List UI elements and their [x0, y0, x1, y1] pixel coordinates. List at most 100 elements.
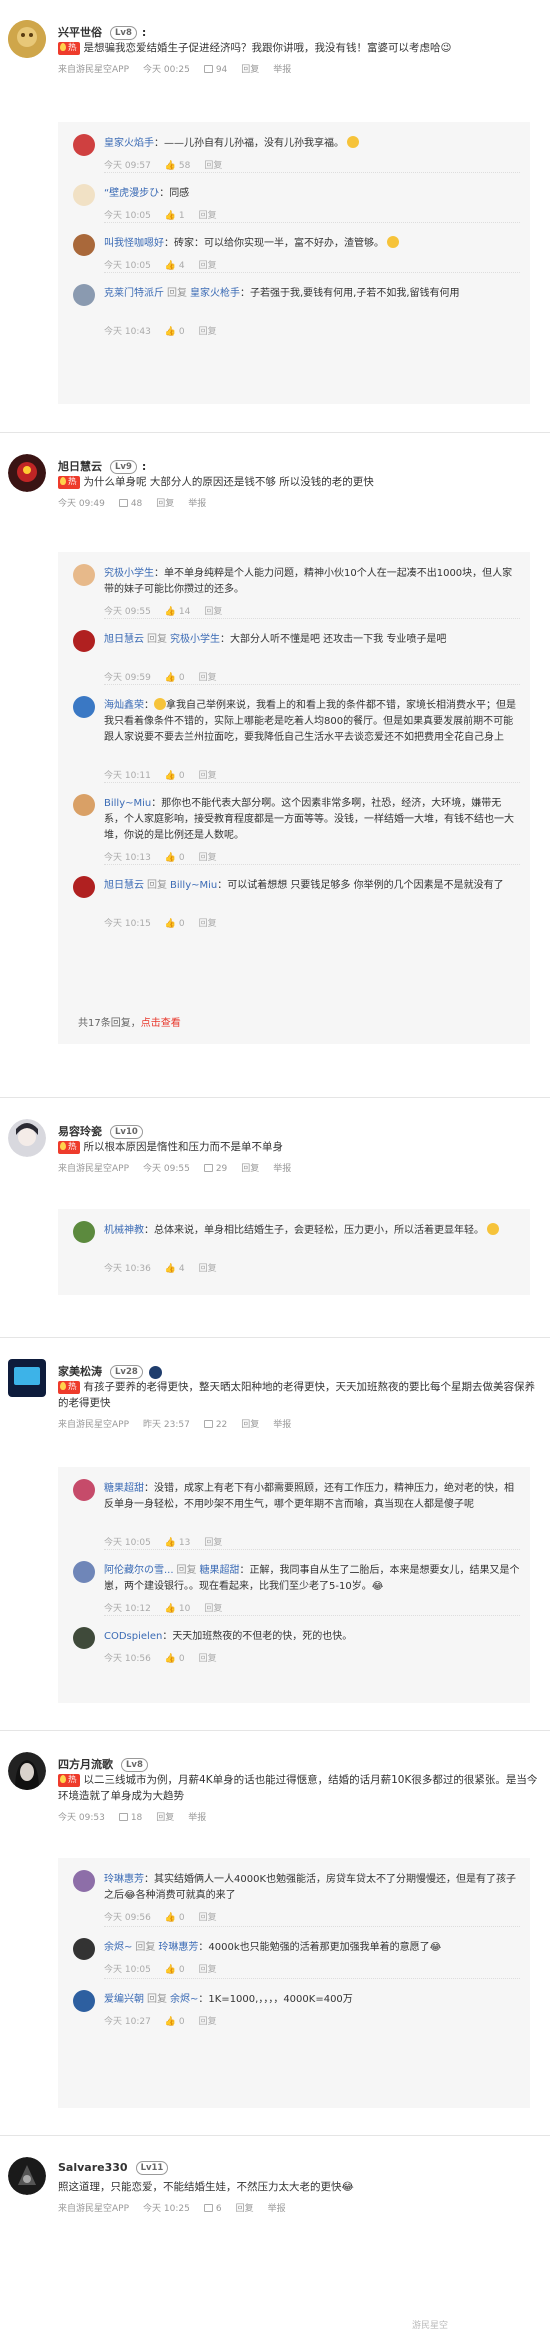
reply-button[interactable]: 回复 [199, 771, 217, 781]
reply-username[interactable]: Billy~Miu [104, 798, 151, 809]
reply-button[interactable]: 回复 [204, 1538, 222, 1548]
reply-username[interactable]: 皇家火焰手 [104, 138, 154, 149]
reply-button[interactable]: 回复 [199, 2017, 217, 2027]
reply-button[interactable]: 回复 [236, 2201, 254, 2214]
avatar[interactable] [8, 20, 46, 58]
like-button[interactable]: 29 [203, 1164, 227, 1174]
username[interactable]: 易容玲瓷 Lv10 [58, 1123, 143, 1139]
username[interactable]: 家美松涛 Lv28 [58, 1363, 162, 1379]
avatar[interactable] [73, 1561, 95, 1583]
view-more-link[interactable]: 点击查看 [141, 1018, 181, 1029]
like-button[interactable]: 18 [118, 1813, 142, 1823]
report-button[interactable]: 举报 [188, 496, 206, 509]
avatar[interactable] [73, 1990, 95, 2012]
avatar[interactable] [73, 184, 95, 206]
reply-button[interactable]: 回复 [199, 261, 217, 271]
report-button[interactable]: 举报 [273, 1161, 291, 1174]
reply-username[interactable]: 旭日慧云 [104, 634, 144, 645]
reply-button[interactable]: 回复 [199, 1913, 217, 1923]
like-button[interactable]: 👍 0 [165, 919, 185, 929]
avatar[interactable] [73, 564, 95, 586]
like-button[interactable]: 👍 0 [165, 327, 185, 337]
reply-button[interactable]: 回复 [241, 1161, 259, 1174]
reply-username[interactable]: 海灿鑫荣 [104, 700, 144, 711]
reply-button[interactable]: 回复 [199, 327, 217, 337]
username[interactable]: 四方月流歌 Lv8 [58, 1756, 148, 1772]
reply-username[interactable]: 阿伦藏尔の雪... [104, 1565, 174, 1576]
reply-button[interactable]: 回复 [199, 211, 217, 221]
reply-button[interactable]: 回复 [156, 496, 174, 509]
reply-button[interactable]: 回复 [156, 1810, 174, 1823]
like-button[interactable]: 6 [203, 2204, 222, 2214]
reply-button[interactable]: 回复 [199, 1654, 217, 1664]
report-button[interactable]: 举报 [273, 62, 291, 75]
like-button[interactable]: 👍 0 [165, 2017, 185, 2027]
username[interactable]: 旭日慧云 Lv9: [58, 458, 146, 474]
reply-username[interactable]: CODspielen [104, 1631, 162, 1642]
reply-target[interactable]: Billy~Miu [170, 880, 217, 891]
avatar[interactable] [73, 1479, 95, 1501]
like-button[interactable]: 👍 14 [165, 607, 191, 617]
reply-username[interactable]: “壁虎漫步ひ [104, 188, 159, 199]
reply-button[interactable]: 回复 [199, 853, 217, 863]
report-button[interactable]: 举报 [268, 2201, 286, 2214]
like-button[interactable]: 22 [203, 1420, 227, 1430]
reply-button[interactable]: 回复 [204, 607, 222, 617]
like-button[interactable]: 👍 0 [165, 1654, 185, 1664]
like-button[interactable]: 👍 58 [165, 161, 191, 171]
like-button[interactable]: 👍 0 [165, 1965, 185, 1975]
avatar[interactable] [73, 234, 95, 256]
reply-username[interactable]: 糖果超甜 [104, 1483, 144, 1494]
reply-target[interactable]: 皇家火枪手 [190, 288, 240, 299]
like-button[interactable]: 👍 1 [165, 211, 185, 221]
reply-button[interactable]: 回复 [204, 1604, 222, 1614]
avatar[interactable] [8, 454, 46, 492]
avatar[interactable] [73, 1938, 95, 1960]
like-button[interactable]: 👍 4 [165, 1264, 185, 1274]
reply-username[interactable]: 玲琳惠芳 [104, 1874, 144, 1885]
like-button[interactable]: 👍 0 [165, 1913, 185, 1923]
avatar[interactable] [8, 1752, 46, 1790]
avatar[interactable] [73, 284, 95, 306]
avatar[interactable] [8, 1359, 46, 1397]
avatar[interactable] [73, 134, 95, 156]
report-button[interactable]: 举报 [188, 1810, 206, 1823]
like-button[interactable]: 👍 10 [165, 1604, 191, 1614]
reply-button[interactable]: 回复 [199, 673, 217, 683]
reply-target[interactable]: 究极小学生 [170, 634, 220, 645]
like-button[interactable]: 👍 0 [165, 853, 185, 863]
like-button[interactable]: 👍 4 [165, 261, 185, 271]
reply-button[interactable]: 回复 [241, 1417, 259, 1430]
like-button[interactable]: 48 [118, 499, 142, 509]
like-button[interactable]: 👍 0 [165, 673, 185, 683]
reply-button[interactable]: 回复 [199, 1264, 217, 1274]
reply-username[interactable]: 机械神教 [104, 1225, 144, 1236]
avatar[interactable] [73, 1870, 95, 1892]
avatar[interactable] [8, 1119, 46, 1157]
avatar[interactable] [73, 1627, 95, 1649]
avatar[interactable] [73, 794, 95, 816]
avatar[interactable] [73, 630, 95, 652]
avatar[interactable] [73, 696, 95, 718]
reply-username[interactable]: 克莱门特派斤 [104, 288, 164, 299]
reply-target[interactable]: 糖果超甜 [200, 1565, 240, 1576]
reply-username[interactable]: 叫我怪咖嗯好 [104, 238, 164, 249]
reply-username[interactable]: 旭日慧云 [104, 880, 144, 891]
reply-target[interactable]: 玲琳惠芳 [158, 1942, 198, 1953]
reply-username[interactable]: 爱编兴朝 [104, 1994, 144, 2005]
username[interactable]: 兴平世俗 Lv8: [58, 24, 146, 40]
reply-button[interactable]: 回复 [241, 62, 259, 75]
avatar[interactable] [73, 1221, 95, 1243]
reply-username[interactable]: 余烬~ [104, 1942, 132, 1953]
reply-button[interactable]: 回复 [204, 161, 222, 171]
avatar[interactable] [8, 2157, 46, 2195]
like-button[interactable]: 94 [203, 65, 227, 75]
like-button[interactable]: 👍 0 [165, 771, 185, 781]
reply-button[interactable]: 回复 [199, 919, 217, 929]
reply-button[interactable]: 回复 [199, 1965, 217, 1975]
report-button[interactable]: 举报 [273, 1417, 291, 1430]
reply-username[interactable]: 究极小学生 [104, 568, 154, 579]
avatar[interactable] [73, 876, 95, 898]
reply-target[interactable]: 余烬~ [170, 1994, 198, 2005]
username[interactable]: Salvare330 Lv11 [58, 2161, 169, 2175]
